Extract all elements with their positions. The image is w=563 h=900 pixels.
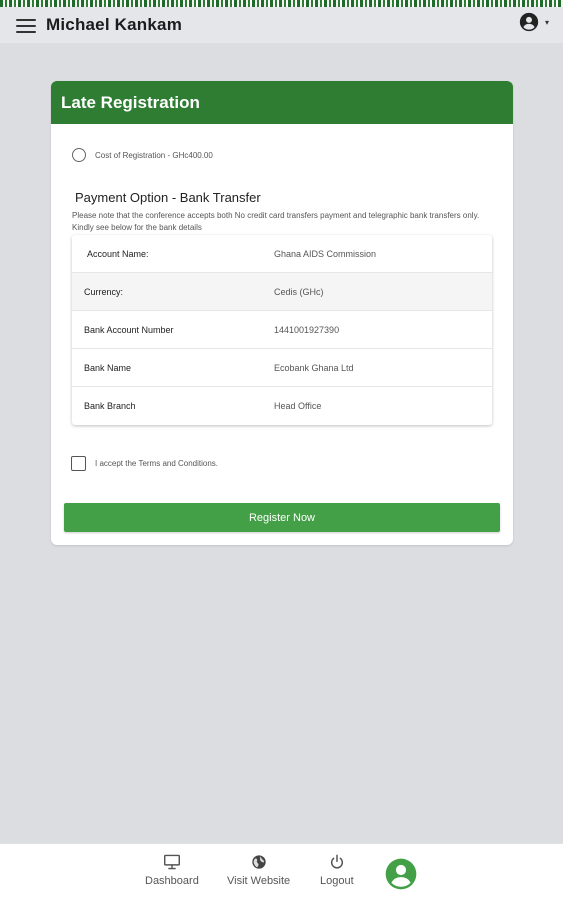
bank-detail-label: Bank Account Number (84, 324, 174, 335)
nav-logout[interactable]: Logout (320, 854, 354, 887)
globe-icon (251, 855, 266, 869)
monitor-icon (163, 854, 180, 870)
chevron-down-icon: ▾ (544, 17, 549, 27)
bank-detail-value: 1441001927390 (274, 324, 340, 335)
bank-detail-label: Bank Name (84, 362, 132, 373)
late-registration-card: Late Registration Cost of Registration -… (51, 81, 513, 545)
nav-dashboard-label: Dashboard (145, 875, 199, 887)
registration-cost-label: Cost of Registration - GHc400.00 (95, 150, 213, 160)
bank-detail-value: Ecobank Ghana Ltd (274, 362, 354, 373)
registration-cost-radio[interactable] (72, 148, 86, 162)
terms-checkbox-row[interactable]: I accept the Terms and Conditions. (71, 456, 218, 471)
account-menu-button[interactable]: ▾ (519, 12, 549, 32)
bank-detail-value: Ghana AIDS Commission (274, 248, 377, 259)
table-row-account-name: Account Name: Ghana AIDS Commission (72, 235, 492, 273)
table-row-bank-name: Bank Name Ecobank Ghana Ltd (72, 349, 492, 387)
nav-profile[interactable] (385, 858, 417, 895)
power-icon (330, 854, 343, 869)
nav-logout-label: Logout (320, 875, 354, 887)
bank-detail-label: Bank Branch (84, 401, 136, 411)
bank-details-table: Account Name: Ghana AIDS Commission Curr… (72, 235, 492, 425)
bank-detail-label: Account Name: (87, 248, 149, 259)
bank-detail-value: Cedis (GHc) (274, 286, 324, 297)
app-title: Michael Kankam (46, 15, 183, 34)
bottom-navigation: Dashboard Visit Website Logout (0, 843, 563, 900)
card-header: Late Registration (51, 81, 513, 124)
payment-option-title: Payment Option - Bank Transfer (75, 190, 261, 205)
nav-visit-website-label: Visit Website (227, 875, 291, 887)
payment-note: Please note that the conference accepts … (72, 211, 480, 232)
nav-dashboard[interactable]: Dashboard (145, 854, 199, 887)
nav-visit-website[interactable]: Visit Website (227, 854, 290, 887)
registration-cost-option[interactable]: Cost of Registration - GHc400.00 (72, 148, 213, 162)
terms-label: I accept the Terms and Conditions. (95, 459, 219, 468)
menu-icon[interactable] (16, 19, 36, 33)
bank-detail-value: Head Office (274, 401, 322, 411)
table-row-currency: Currency: Cedis (GHc) (72, 273, 492, 311)
terms-checkbox[interactable] (71, 456, 86, 471)
register-now-button[interactable]: Register Now (64, 503, 500, 532)
account-circle-icon (519, 12, 539, 32)
table-row-bank-branch: Bank Branch Head Office (72, 387, 492, 425)
account-circle-icon (385, 858, 417, 890)
bank-detail-label: Currency: (84, 286, 124, 297)
table-row-account-number: Bank Account Number 1441001927390 (72, 311, 492, 349)
card-title: Late Registration (61, 92, 200, 112)
decorative-pattern-strip (0, 0, 563, 7)
app-bar: Michael Kankam ▾ (0, 7, 563, 43)
